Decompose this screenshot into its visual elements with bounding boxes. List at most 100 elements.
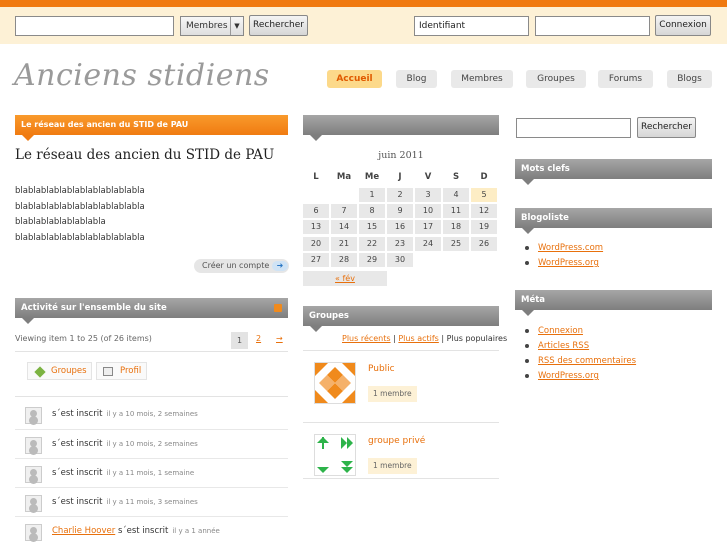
blogroll-list: WordPress.com WordPress.org [521, 241, 603, 271]
calendar-day: 21 [331, 236, 357, 251]
calendar-day: 26 [471, 236, 497, 251]
calendar-month: juin 2011 [378, 150, 424, 161]
search-scope-select[interactable]: Membres ▼ [180, 16, 244, 36]
activity-time: il y a 10 mois, 2 semaines [106, 410, 198, 418]
calendar-weekday: L [313, 172, 319, 182]
password-field[interactable] [535, 16, 650, 36]
nav-tab-forums[interactable]: Forums [598, 70, 653, 88]
meta-link[interactable]: WordPress.org [538, 371, 599, 381]
activity-item: s´est inscrit il y a 10 mois, 2 semaines [15, 400, 288, 429]
activity-time: il y a 10 mois, 2 semaines [106, 440, 198, 448]
avatar[interactable] [25, 524, 42, 541]
blogroll-item: WordPress.com [521, 241, 603, 256]
blogroll-link[interactable]: WordPress.org [538, 258, 599, 268]
tags-header-notch [522, 179, 534, 185]
sidebar-search-button[interactable]: Rechercher [637, 117, 696, 138]
create-account-button[interactable]: Créer un compte ➜ [194, 259, 289, 273]
filter-profile-button[interactable]: Profil [96, 362, 147, 380]
activity-item: s´est inscrit il y a 11 mois, 1 semaine [15, 458, 288, 487]
groups-header-notch [310, 326, 322, 332]
avatar[interactable] [25, 407, 42, 424]
nav-tab-groupes[interactable]: Groupes [526, 70, 586, 88]
meta-item: WordPress.org [521, 369, 636, 384]
groups-filter-separator: | [441, 334, 445, 343]
groups-filter-popular[interactable]: Plus populaires [447, 334, 508, 343]
login-button[interactable]: Connexion [655, 15, 711, 36]
top-accent-strip [0, 0, 727, 7]
nav-tab-blogs[interactable]: Blogs [667, 70, 712, 88]
avatar[interactable] [25, 466, 42, 483]
nav-tab-membres[interactable]: Membres [451, 70, 513, 88]
calendar-weekday: S [452, 172, 460, 182]
welcome-line: blablablablablablablablablabla [15, 202, 145, 212]
groups-filter-separator: | [393, 334, 396, 343]
site-search-input[interactable] [15, 16, 174, 36]
avatar[interactable] [25, 437, 42, 454]
calendar-header-notch [310, 135, 322, 141]
blogroll-link[interactable]: WordPress.com [538, 243, 603, 253]
activity-time: il y a 11 mois, 1 semaine [106, 469, 195, 477]
calendar-day: 1 [359, 188, 385, 202]
nav-tab-accueil[interactable]: Accueil [327, 70, 382, 88]
search-scope-label: Membres [186, 21, 228, 31]
calendar-day: 28 [331, 252, 357, 267]
group-identicon [315, 435, 355, 475]
blogroll-item: WordPress.org [521, 256, 603, 271]
calendar-weekday: V [424, 172, 432, 182]
welcome-line: blablablablablablablablablabla [15, 233, 145, 243]
calendar-day: 20 [303, 236, 329, 251]
calendar-header [303, 115, 499, 135]
calendar-day: 6 [303, 204, 329, 219]
meta-link[interactable]: Connexion [538, 326, 583, 336]
site-logo[interactable]: Anciens stidiens [14, 58, 270, 93]
search-button[interactable]: Rechercher [249, 15, 308, 36]
sidebar-search-input[interactable] [516, 118, 631, 138]
pagination-page-2[interactable]: 2 [256, 334, 261, 343]
meta-link[interactable]: Articles RSS [538, 341, 589, 351]
filter-profile-label: Profil [120, 366, 142, 376]
activity-item: Charlie Hoover s´est inscrit il y a 1 ann… [15, 516, 288, 545]
pagination-next[interactable]: → [276, 334, 283, 343]
username-field[interactable]: Identifiant [414, 16, 529, 36]
groups-filter-active[interactable]: Plus actifs [398, 334, 438, 343]
calendar-day: 9 [387, 204, 413, 219]
group-identicon [315, 363, 355, 403]
meta-list: Connexion Articles RSS RSS des commentai… [521, 324, 636, 384]
welcome-header-notch [22, 135, 34, 141]
group-name-public[interactable]: Public [368, 364, 395, 374]
welcome-title: Le réseau des ancien du STID de PAU [15, 147, 275, 163]
welcome-line: blablablablablablablablablabla [15, 186, 145, 196]
calendar-day: 29 [359, 252, 385, 267]
calendar-day: 7 [331, 204, 357, 219]
filter-groups-button[interactable]: Groupes [27, 362, 92, 380]
meta-link[interactable]: RSS des commentaires [538, 356, 636, 366]
calendar-prev-link[interactable]: « fév [303, 271, 387, 286]
create-account-label: Créer un compte [202, 261, 270, 270]
groups-filters: Plus récents | Plus actifs | Plus popula… [342, 334, 507, 343]
welcome-line: blablablablablablabla [15, 217, 106, 227]
group-member-count: 1 membre [368, 386, 417, 402]
meta-item: Articles RSS [521, 339, 636, 354]
calendar-day: 25 [443, 236, 469, 251]
groups-divider [303, 350, 499, 351]
groups-filter-recent[interactable]: Plus récents [342, 334, 391, 343]
rss-icon[interactable] [274, 304, 282, 312]
calendar-day: 24 [415, 236, 441, 251]
activity-action: s´est inscrit [52, 468, 103, 478]
calendar-weekday: Me [364, 172, 380, 182]
activity-user-link[interactable]: Charlie Hoover [52, 526, 115, 536]
group-avatar-private[interactable] [314, 434, 356, 476]
chevron-down-icon: ▼ [230, 17, 243, 35]
group-avatar-public[interactable] [314, 362, 356, 404]
calendar-day: 17 [415, 220, 441, 235]
calendar-day: 16 [387, 220, 413, 235]
avatar[interactable] [25, 495, 42, 512]
nav-tab-blog[interactable]: Blog [396, 70, 437, 88]
group-name-private[interactable]: groupe privé [368, 436, 425, 446]
calendar-day: 18 [443, 220, 469, 235]
activity-item: s´est inscrit il y a 10 mois, 2 semaines [15, 429, 288, 458]
calendar-day: 13 [303, 220, 329, 235]
activity-time: il y a 11 mois, 3 semaines [106, 498, 198, 506]
welcome-header: Le réseau des ancien du STID de PAU [15, 115, 288, 135]
calendar-day: 5 [471, 188, 497, 202]
